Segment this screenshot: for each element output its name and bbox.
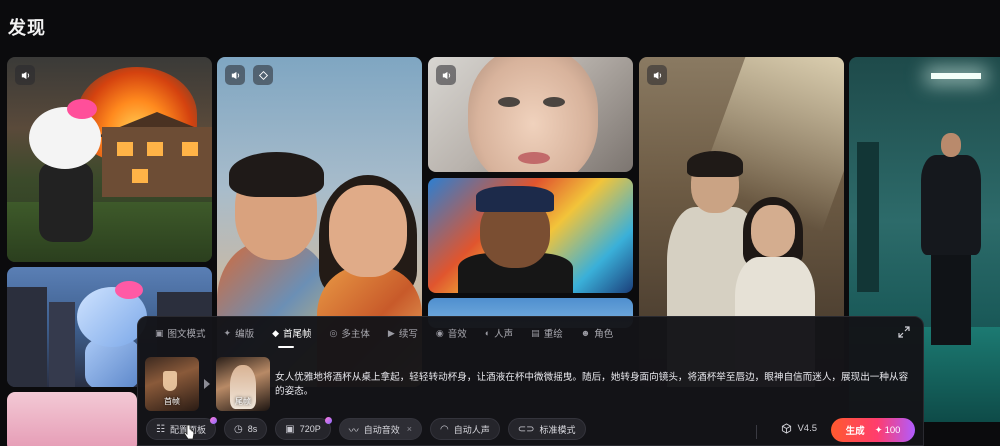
reuse-icon[interactable] [253, 65, 273, 85]
image-text-icon: ▣ [155, 327, 164, 338]
tab-redraw[interactable]: ▤ 重绘 [522, 324, 572, 342]
redraw-icon: ▤ [531, 327, 540, 338]
sound-icon[interactable] [436, 65, 456, 85]
multi-subject-icon: ◎ [329, 327, 338, 338]
spark-icon: ✦ [874, 424, 883, 436]
sound-icon[interactable] [225, 65, 245, 85]
premium-gem-icon [209, 417, 217, 424]
continue-icon: ▶ [387, 327, 395, 338]
tab-sound-effect[interactable]: ◉ 音效 [427, 324, 476, 342]
config-panel-button[interactable]: ☷ 配置面板 [146, 417, 217, 440]
page-title: 发现 [8, 18, 46, 38]
clock-icon: ◷ [233, 423, 243, 435]
auto-voice-toggle[interactable]: ◠ 自动人声 [430, 418, 500, 440]
toolbar-divider [756, 425, 757, 439]
frame-arrow-icon [204, 379, 210, 389]
creation-panel: ▣ 图文模式 ✦ 编版 ◆ 首尾帧 ◎ 多主体 ▶ 续写 ◉ 音效 ◐ 人声 ▤ 重绘 ☻ 角色 … [137, 316, 924, 446]
tile-artwork [7, 202, 212, 262]
tab-continue[interactable]: ▶ 续写 [379, 324, 427, 342]
active-tab-indicator [278, 346, 294, 348]
tab-character[interactable]: ☻ 角色 [572, 324, 623, 342]
gallery-tile[interactable] [428, 57, 633, 172]
voice-icon: ◐ [484, 328, 491, 338]
lips-icon: ◠ [440, 423, 449, 435]
standard-mode-toggle[interactable]: ⊂⊃ 标准模式 [507, 418, 586, 440]
tab-voice[interactable]: ◐ 人声 [476, 324, 522, 342]
gallery-tile[interactable] [428, 178, 633, 293]
tab-edit[interactable]: ✦ 编版 [215, 324, 264, 342]
sliders-icon: ☷ [156, 423, 165, 435]
cube-icon [782, 423, 792, 434]
gallery-tile[interactable] [7, 392, 137, 446]
prompt-text[interactable]: 女人优雅地将酒杯从桌上拿起，轻轻转动杯身，让酒液在杯中微微摇曳。随后，她转身面向… [275, 371, 915, 399]
sound-icon[interactable] [647, 65, 667, 85]
character-icon: ☻ [580, 328, 591, 338]
diamond-icon: ◆ [272, 327, 280, 338]
sparkle-icon: ✦ [223, 327, 232, 338]
mouse-cursor-icon [183, 424, 195, 440]
premium-gem-icon [324, 417, 332, 424]
gallery-tile[interactable] [7, 57, 212, 262]
auto-sfx-toggle[interactable]: 〰 自动音效 × [338, 418, 422, 440]
toggle-icon: ⊂⊃ [517, 423, 535, 435]
expand-icon[interactable] [897, 325, 911, 339]
last-frame-thumbnail[interactable]: 尾帧 [216, 357, 270, 411]
mode-tabs: ▣ 图文模式 ✦ 编版 ◆ 首尾帧 ◎ 多主体 ▶ 续写 ◉ 音效 ◐ 人声 ▤ 重绘 ☻ 角色 [146, 324, 622, 342]
tab-first-last-frame[interactable]: ◆ 首尾帧 [263, 324, 320, 342]
close-icon[interactable]: × [407, 424, 412, 434]
model-selector[interactable]: V4.5 [781, 423, 817, 434]
hd-icon: ▣ [285, 423, 295, 435]
resolution-selector[interactable]: ▣ 720P [275, 417, 332, 440]
tab-image-text[interactable]: ▣ 图文模式 [146, 324, 215, 342]
generate-button[interactable]: 生成 ✦ 100 [831, 418, 915, 442]
duration-selector[interactable]: ◷ 8s [223, 418, 268, 440]
tab-multi-subject[interactable]: ◎ 多主体 [321, 324, 379, 342]
sound-icon[interactable] [15, 65, 35, 85]
generation-toolbar: ☷ 配置面板 ◷ 8s ▣ 720P 〰 自动音效 × ◠ 自动人声 ⊂⊃ 标准… [146, 417, 586, 440]
credit-cost: ✦ 100 [874, 424, 901, 436]
sound-effect-icon: ◉ [435, 327, 444, 338]
first-frame-thumbnail[interactable]: 首帧 [145, 357, 199, 411]
waveform-icon: 〰 [348, 425, 359, 437]
